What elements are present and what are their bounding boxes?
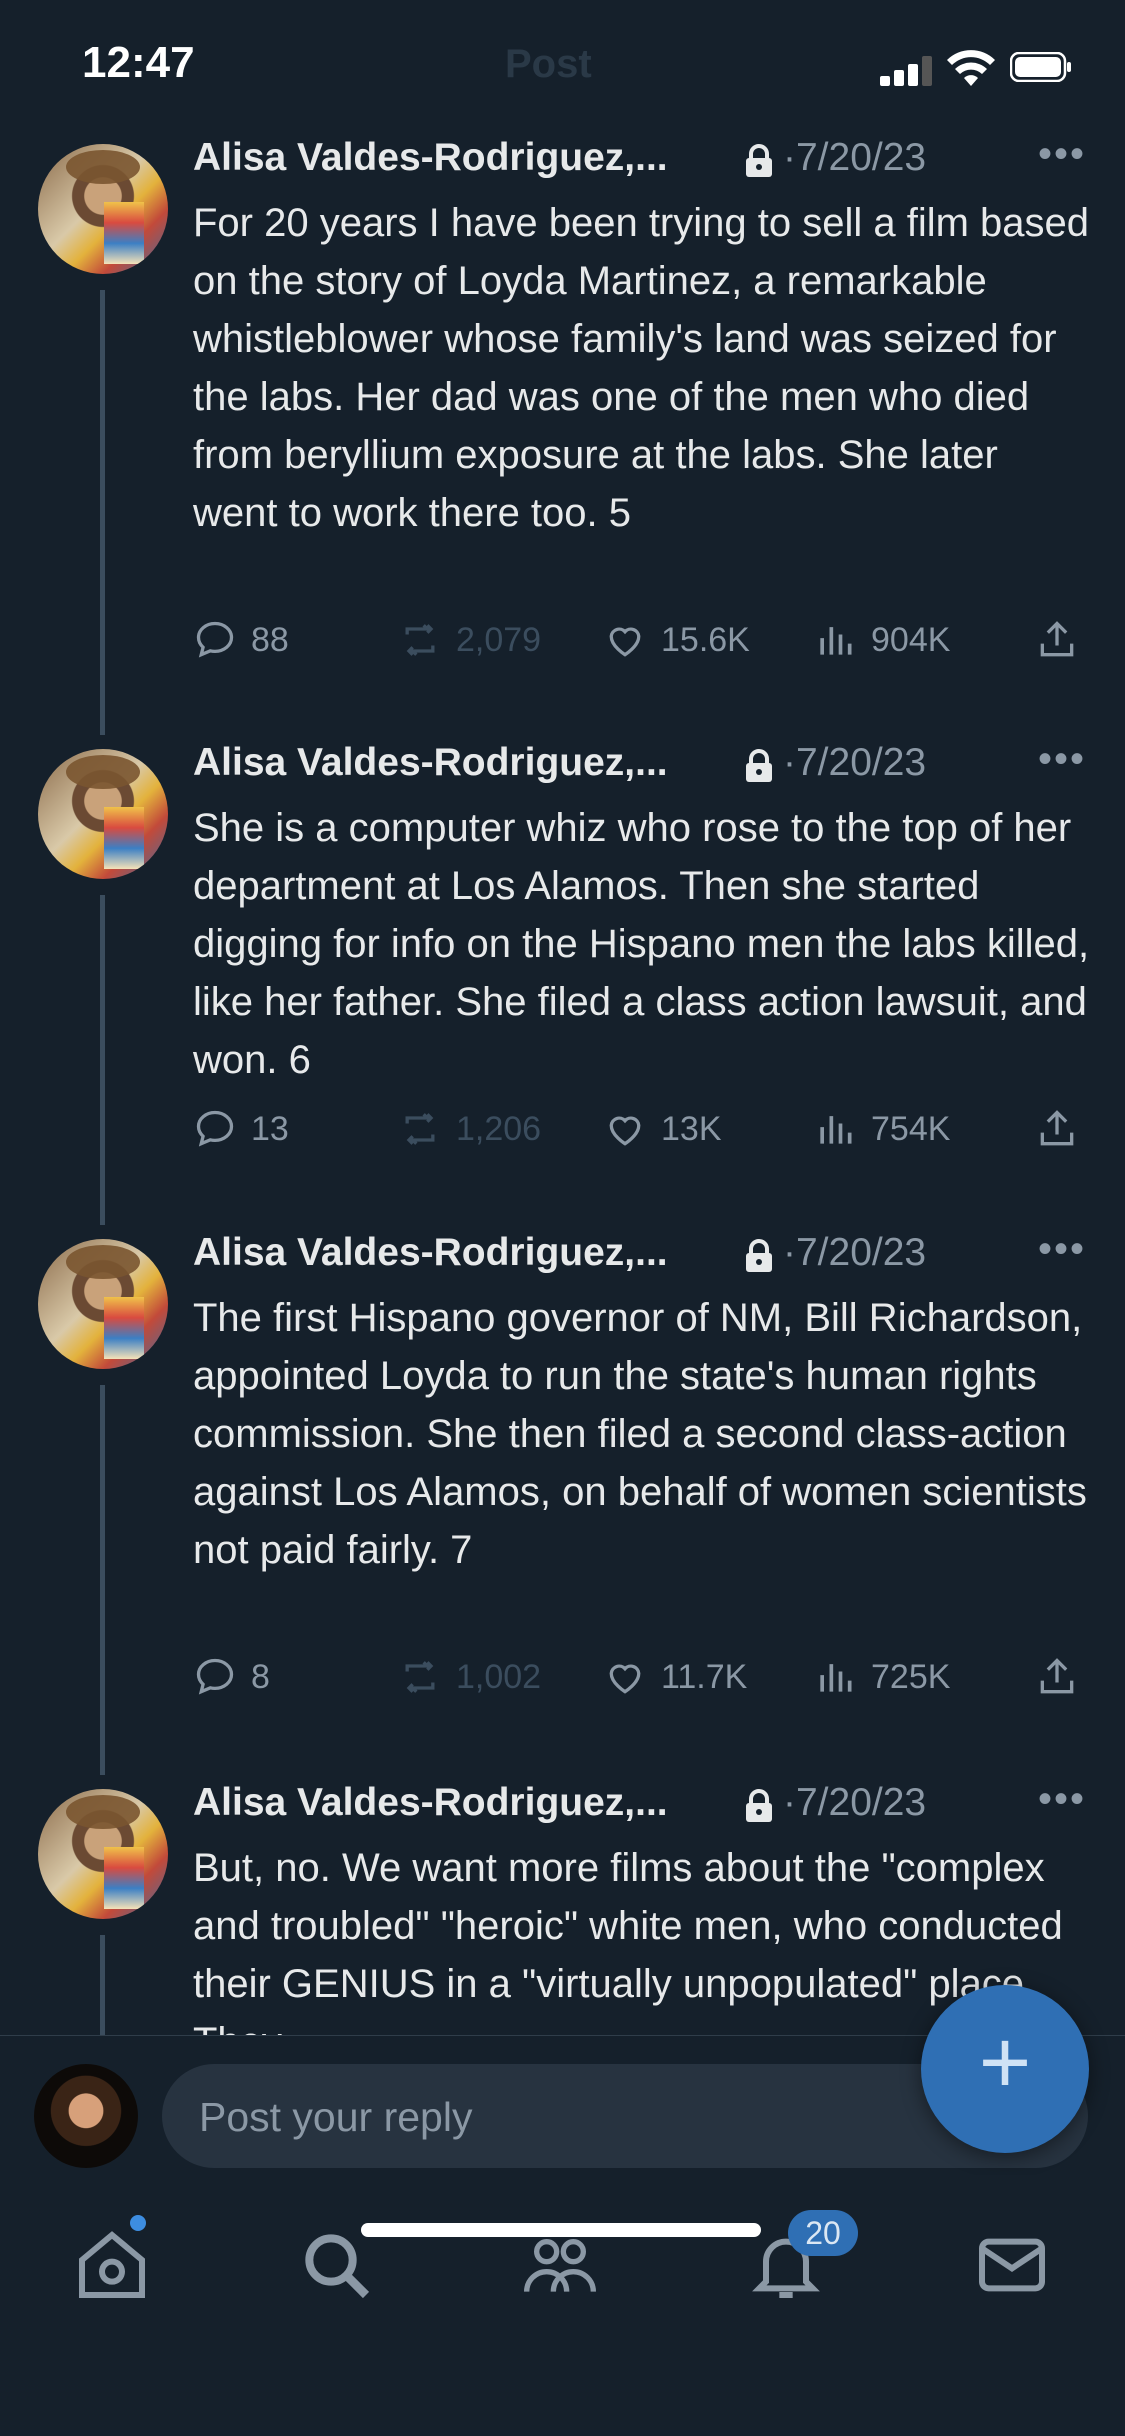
author-name[interactable]: Alisa Valdes-Rodriguez,...	[193, 741, 668, 785]
more-options-icon[interactable]: •••	[1038, 1777, 1086, 1822]
tweet-date[interactable]: ·7/20/23	[783, 1231, 926, 1275]
repost-icon[interactable]	[398, 1655, 442, 1699]
tweet-text: For 20 years I have been trying to sell …	[193, 201, 1090, 535]
thread[interactable]: Alisa Valdes-Rodriguez,... ·7/20/23 ••• …	[0, 130, 1125, 2035]
home-unread-dot	[130, 2215, 146, 2231]
reply-count: 88	[251, 620, 289, 659]
like-count: 13K	[661, 1109, 722, 1148]
view-count: 725K	[871, 1657, 951, 1696]
tweet-date[interactable]: ·7/20/23	[783, 1781, 926, 1825]
reply-icon[interactable]	[193, 1107, 237, 1151]
thread-line	[100, 290, 105, 735]
messages-icon[interactable]	[972, 2225, 1052, 2305]
like-icon[interactable]	[603, 1655, 647, 1699]
home-indicator[interactable]	[361, 2223, 761, 2237]
tweet[interactable]: Alisa Valdes-Rodriguez,... ·7/20/23 ••• …	[0, 130, 1125, 735]
more-options-icon[interactable]: •••	[1038, 1227, 1086, 1272]
author-avatar[interactable]	[38, 749, 168, 879]
repost-icon[interactable]	[398, 618, 442, 662]
repost-count: 1,002	[456, 1657, 542, 1696]
lock-icon	[746, 144, 772, 177]
view-count: 904K	[871, 620, 951, 659]
repost-icon[interactable]	[398, 1107, 442, 1151]
views-icon[interactable]	[813, 1107, 857, 1151]
like-icon[interactable]	[603, 1107, 647, 1151]
tweet[interactable]: Alisa Valdes-Rodriguez,... ·7/20/23 ••• …	[0, 1775, 1125, 2035]
author-avatar[interactable]	[38, 1789, 168, 1919]
my-avatar[interactable]	[34, 2064, 138, 2168]
plus-icon: +	[978, 2013, 1032, 2113]
reply-icon[interactable]	[193, 618, 237, 662]
bottom-nav: 20	[0, 2175, 1125, 2436]
tweet-text: She is a computer whiz who rose to the t…	[193, 806, 1090, 1082]
search-icon[interactable]	[296, 2225, 376, 2305]
battery-icon	[1010, 52, 1071, 82]
more-options-icon[interactable]: •••	[1038, 737, 1086, 782]
reply-placeholder: Post your reply	[199, 2094, 473, 2140]
header-title-faded: Post	[505, 42, 592, 86]
author-name[interactable]: Alisa Valdes-Rodriguez,...	[193, 136, 668, 180]
status-time: 12:47	[82, 38, 195, 87]
author-avatar[interactable]	[38, 1239, 168, 1369]
share-icon[interactable]	[1035, 1107, 1079, 1151]
tweet-date[interactable]: ·7/20/23	[783, 741, 926, 785]
notifications-badge: 20	[788, 2210, 858, 2256]
views-icon[interactable]	[813, 1655, 857, 1699]
view-count: 754K	[871, 1109, 951, 1148]
author-avatar[interactable]	[38, 144, 168, 274]
tweet[interactable]: Alisa Valdes-Rodriguez,... ·7/20/23 ••• …	[0, 1225, 1125, 1775]
like-count: 15.6K	[661, 620, 750, 659]
compose-button[interactable]: +	[921, 1985, 1089, 2153]
reply-count: 8	[251, 1657, 270, 1696]
tweet-date[interactable]: ·7/20/23	[783, 136, 926, 180]
home-icon[interactable]	[72, 2225, 152, 2305]
wifi-icon	[947, 50, 995, 86]
share-icon[interactable]	[1035, 618, 1079, 662]
communities-icon[interactable]	[520, 2225, 600, 2305]
lock-icon	[746, 1789, 772, 1822]
author-name[interactable]: Alisa Valdes-Rodriguez,...	[193, 1231, 668, 1275]
thread-line	[100, 895, 105, 1225]
repost-count: 2,079	[456, 620, 542, 659]
tweet-text: The first Hispano governor of NM, Bill R…	[193, 1296, 1087, 1572]
reply-count: 13	[251, 1109, 289, 1148]
share-icon[interactable]	[1035, 1655, 1079, 1699]
thread-line	[100, 1935, 105, 2035]
thread-line	[100, 1385, 105, 1775]
like-icon[interactable]	[603, 618, 647, 662]
author-name[interactable]: Alisa Valdes-Rodriguez,...	[193, 1781, 668, 1825]
repost-count: 1,206	[456, 1109, 542, 1148]
lock-icon	[746, 749, 772, 782]
cellular-signal-icon	[880, 56, 936, 86]
tweet[interactable]: Alisa Valdes-Rodriguez,... ·7/20/23 ••• …	[0, 735, 1125, 1225]
status-bar: 12:47 Post	[0, 0, 1125, 130]
more-options-icon[interactable]: •••	[1038, 132, 1086, 177]
reply-icon[interactable]	[193, 1655, 237, 1699]
views-icon[interactable]	[813, 618, 857, 662]
like-count: 11.7K	[661, 1657, 748, 1696]
lock-icon	[746, 1239, 772, 1272]
